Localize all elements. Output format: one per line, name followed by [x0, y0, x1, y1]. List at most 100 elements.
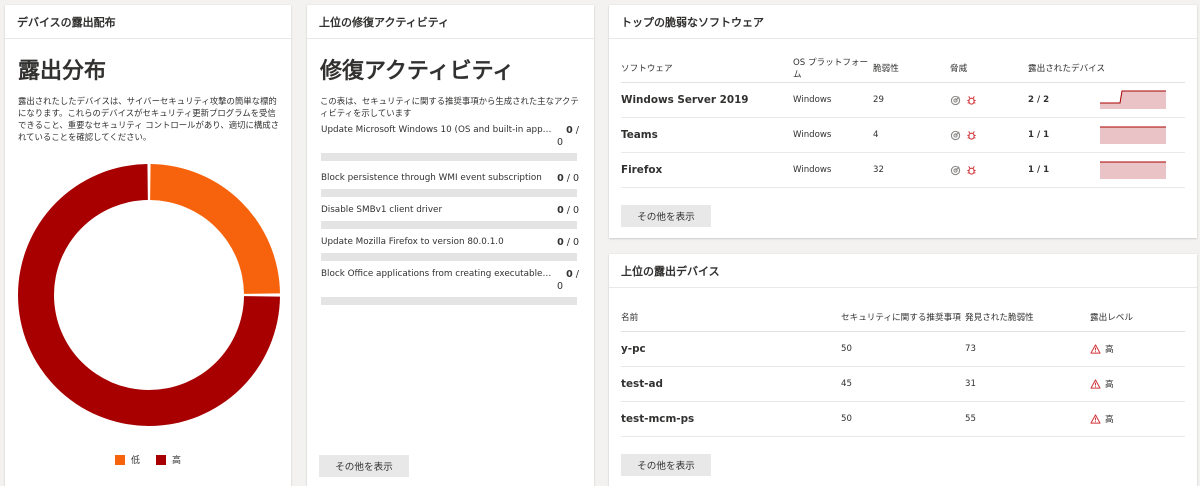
legend-item-high[interactable]: 高 [156, 453, 181, 466]
show-more-button[interactable]: その他を表示 [621, 205, 711, 227]
card-title: 修復アクティビティ [320, 59, 515, 84]
column-header-software[interactable]: ソフトウェア [621, 62, 793, 74]
activity-progress-bar [321, 253, 577, 261]
activity-count: 0 / 0 [557, 237, 579, 248]
card-description: 露出されたしたデバイスは、サイバーセキュリティ攻撃の簡単な標的になります。これら… [18, 96, 279, 142]
activity-item[interactable]: Block Office applications from creating … [321, 269, 579, 305]
legend-label-low: 低 [130, 456, 140, 466]
card-header: デバイスの露出配布 [5, 5, 291, 39]
vulnerability-count: 73 [965, 344, 976, 354]
table-row[interactable]: y-pc 50 73 高 [621, 332, 1185, 367]
column-header-name[interactable]: 名前 [621, 311, 841, 323]
vulnerability-count: 29 [873, 95, 884, 105]
exposed-device-count: 1 / 1 [1028, 165, 1050, 175]
exposure-trend [1100, 124, 1166, 147]
exposure-level-label: 高 [1105, 345, 1114, 355]
column-header-vulnerabilities[interactable]: 脆弱性 [873, 62, 950, 74]
exposure-level-label: 高 [1105, 415, 1114, 425]
legend-swatch-high [156, 454, 166, 465]
activity-count: 0 / 0 [557, 205, 579, 216]
show-more-button[interactable]: その他を表示 [621, 454, 711, 476]
column-header-exposed-devices[interactable]: 露出されたデバイス [1028, 62, 1178, 74]
os-platform: Windows [793, 130, 832, 140]
activity-progress-bar [321, 189, 577, 197]
activity-count: 0 / [566, 125, 579, 136]
device-name[interactable]: test-ad [621, 378, 841, 390]
activity-progress-bar [321, 221, 577, 229]
activity-name[interactable]: Update Microsoft Windows 10 (OS and buil… [321, 125, 553, 136]
activity-item[interactable]: Disable SMBv1 client driver 0 / 0 [321, 205, 579, 229]
recommendation-count: 50 [841, 414, 852, 424]
warning-icon [1090, 379, 1101, 389]
legend-swatch-low [114, 454, 125, 465]
activity-count: 0 / 0 [557, 173, 579, 184]
column-header-vulnerabilities[interactable]: 発見された脆弱性 [965, 311, 1090, 323]
devices-table: 名前 セキュリティに関する推奨事項 発見された脆弱性 露出レベル y-pc 50… [621, 302, 1185, 437]
os-platform: Windows [793, 165, 832, 175]
chart-legend: 低 高 [5, 453, 291, 466]
activity-count: 0 / [566, 269, 579, 280]
device-name[interactable]: test-mcm-ps [621, 413, 841, 425]
card-description: この表は、セキュリティに関する推奨事項から生成された主なアクティビティを示してい… [320, 96, 579, 118]
exposure-level: 高 [1090, 343, 1180, 355]
exposure-donut-chart [17, 163, 281, 427]
activity-item[interactable]: Update Microsoft Windows 10 (OS and buil… [321, 125, 579, 161]
table-row[interactable]: test-ad 45 31 高 [621, 367, 1185, 402]
device-name[interactable]: y-pc [621, 343, 841, 355]
exposure-level: 高 [1090, 413, 1180, 425]
table-header: ソフトウェア OS プラットフォーム 脆弱性 脅威 露出されたデバイス [621, 53, 1185, 83]
column-header-threats[interactable]: 脅威 [950, 62, 1028, 74]
exploit-icon [950, 165, 961, 175]
threat-indicators [950, 94, 1028, 106]
activity-progress-bar [321, 297, 577, 305]
exposure-level: 高 [1090, 378, 1180, 390]
legend-item-low[interactable]: 低 [114, 453, 140, 466]
activity-name[interactable]: Update Mozilla Firefox to version 80.0.1… [321, 237, 553, 248]
column-header-exposure-level[interactable]: 露出レベル [1090, 311, 1180, 323]
threat-indicators [950, 164, 1028, 176]
activity-total: 0 [557, 137, 564, 148]
exposed-device-count: 2 / 2 [1028, 95, 1050, 105]
bug-icon [967, 96, 976, 105]
software-name[interactable]: Windows Server 2019 [621, 94, 793, 106]
warning-icon [1090, 414, 1101, 424]
threat-indicators [950, 129, 1028, 141]
recommendation-count: 45 [841, 379, 852, 389]
table-row[interactable]: test-mcm-ps 50 55 高 [621, 402, 1185, 437]
table-row[interactable]: Firefox Windows 32 1 / 1 [621, 153, 1185, 188]
show-more-button[interactable]: その他を表示 [319, 455, 409, 477]
software-table: ソフトウェア OS プラットフォーム 脆弱性 脅威 露出されたデバイス Wind… [621, 53, 1185, 188]
activity-total: 0 [557, 281, 564, 292]
activity-name[interactable]: Block Office applications from creating … [321, 269, 553, 280]
bug-icon [967, 166, 976, 175]
card-header: 上位の露出デバイス [609, 254, 1197, 288]
donut-segment-low[interactable] [150, 164, 280, 294]
activity-item[interactable]: Update Mozilla Firefox to version 80.0.1… [321, 237, 579, 261]
vulnerability-count: 32 [873, 165, 884, 175]
activity-name[interactable]: Disable SMBv1 client driver [321, 205, 553, 216]
column-header-platform[interactable]: OS プラットフォーム [793, 56, 873, 80]
remediation-activities-card: 上位の修復アクティビティ 修復アクティビティ この表は、セキュリティに関する推奨… [307, 5, 594, 486]
vulnerability-count: 55 [965, 414, 976, 424]
exposure-distribution-card: デバイスの露出配布 露出分布 露出されたしたデバイスは、サイバーセキュリティ攻撃… [5, 5, 291, 486]
activity-item[interactable]: Block persistence through WMI event subs… [321, 173, 579, 197]
vulnerability-count: 4 [873, 130, 879, 140]
software-name[interactable]: Teams [621, 129, 793, 141]
exposure-trend [1100, 89, 1166, 112]
os-platform: Windows [793, 95, 832, 105]
activity-name[interactable]: Block persistence through WMI event subs… [321, 173, 553, 184]
table-row[interactable]: Teams Windows 4 1 / 1 [621, 118, 1185, 153]
exposure-level-label: 高 [1105, 380, 1114, 390]
table-row[interactable]: Windows Server 2019 Windows 29 2 / 2 [621, 83, 1185, 118]
exposure-trend [1100, 159, 1166, 182]
column-header-recommendations[interactable]: セキュリティに関する推奨事項 [841, 311, 965, 323]
top-vulnerable-software-card: トップの脆弱なソフトウェア ソフトウェア OS プラットフォーム 脆弱性 脅威 … [609, 5, 1197, 238]
vulnerability-count: 31 [965, 379, 976, 389]
software-name[interactable]: Firefox [621, 164, 793, 176]
card-header: 上位の修復アクティビティ [307, 5, 594, 39]
warning-icon [1090, 344, 1101, 354]
activity-progress-bar [321, 153, 577, 161]
exploit-icon [950, 130, 961, 140]
legend-label-high: 高 [172, 456, 182, 466]
bug-icon [967, 131, 976, 140]
